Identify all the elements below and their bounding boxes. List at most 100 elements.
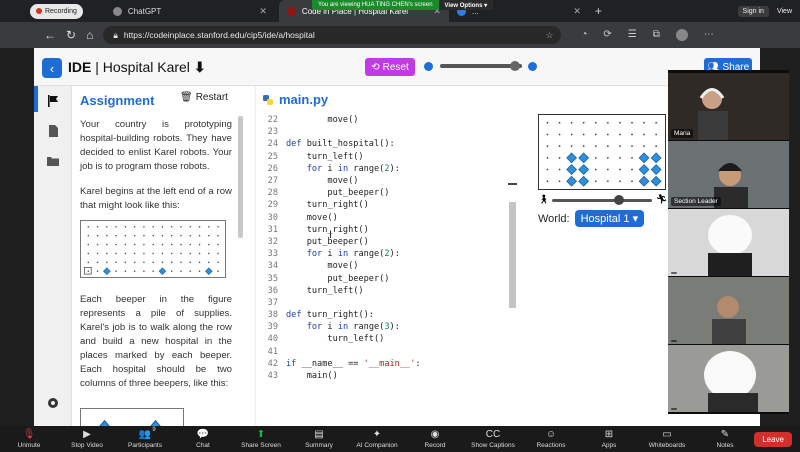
leave-button[interactable]: Leave [754,431,792,447]
download-icon[interactable]: ⬇ [194,59,206,75]
code-lines[interactable]: 22 move() 23 24 def built_hospital(): 25 tur… [256,114,516,382]
code-line[interactable]: 26 for i in range(2): [256,163,516,175]
code-line[interactable]: 38 def turn_right(): [256,309,516,321]
beeper-icon [638,164,650,175]
reload-icon[interactable]: ↻ [66,28,76,42]
participant-tile[interactable] [668,345,789,412]
code-editor[interactable]: main.py 22 move() 23 24 def built_hospital(… [255,86,525,434]
code-line[interactable]: 34 move() [256,260,516,272]
code-line[interactable]: 22 move() [256,114,516,126]
gear-icon[interactable] [46,396,60,410]
control-chat[interactable]: 💬 Chat [174,429,232,449]
control-summary[interactable]: ▤ Summary [290,429,348,449]
recording-indicator[interactable]: Recording [30,3,83,19]
control-ai-companion[interactable]: ✦ AI Companion [348,429,406,449]
step-forward-button[interactable] [528,62,537,71]
code-line[interactable]: 28 put_beeper() [256,187,516,199]
participant-tile[interactable]: Section Leader [668,141,789,208]
close-icon[interactable]: ✕ [573,6,581,17]
home-icon[interactable]: ⌂ [86,28,93,42]
control-unmute[interactable]: 🎙 Unmute [0,429,58,449]
code-vertical-scrollbar[interactable] [509,202,516,308]
grid-dot [189,270,192,272]
control-label: Unmute [17,442,41,449]
grid-dot [217,252,219,255]
sign-in-button[interactable]: Sign in [737,5,769,17]
restart-button[interactable]: 🗑︎ Restart [180,92,228,103]
code-line[interactable]: 39 for i in range(3): [256,321,516,333]
world-slider-thumb[interactable] [614,195,624,205]
code-line[interactable]: 33 for i in range(2): [256,248,516,260]
code-line[interactable]: 35 put_beeper() [256,272,516,284]
favorites-icon[interactable]: ☰ [628,29,637,41]
url-field[interactable]: 🔒︎ https://codeinplace.stanford.edu/cip5… [103,26,562,44]
more-icon[interactable]: ⋯ [704,29,714,41]
profile-avatar[interactable] [675,29,688,41]
participant-tile[interactable]: Maria [668,73,789,140]
view-button[interactable]: View [777,8,792,15]
line-number: 31 [267,224,278,235]
code-text: move() [286,212,338,223]
code-line[interactable]: 25 turn_left() [256,151,516,163]
new-tab-icon[interactable]: + [595,4,602,18]
line-number: 41 [267,346,278,357]
code-text: main() [286,371,338,382]
world-step-slider[interactable]: 🚶︎ 🏃︎ [538,194,667,206]
control-share-screen[interactable]: ⬆ Share Screen [232,429,290,449]
control-participants[interactable]: 9 👥 Participants [116,427,174,449]
code-line[interactable]: 30 move() [256,212,516,224]
grid-dot [96,234,99,237]
code-line[interactable]: 23 [256,126,516,138]
view-options-button[interactable]: View Options ▾ [438,0,494,10]
grid-dot [143,261,145,264]
grid-dot [606,168,609,171]
code-line[interactable]: 41 [256,346,516,358]
control-record[interactable]: ◉ Record [406,429,464,449]
tab-chatgpt[interactable]: ChatGPT ✕ [105,0,275,22]
control-apps[interactable]: ⊞ Apps [580,429,638,449]
control-whiteboards[interactable]: ▭ Whiteboards [638,429,696,449]
grid-dot [198,234,201,237]
speed-slider-thumb[interactable] [510,61,520,71]
participant-tile[interactable] [668,277,789,344]
code-line[interactable]: 42 if __name__ == '__main__': [256,358,516,370]
assignment-scrollbar[interactable] [238,116,243,238]
participant-tile[interactable] [668,209,789,276]
extension-icon[interactable]: ◔ [581,29,587,41]
code-line[interactable]: 40 turn_left() [256,333,516,345]
collections-icon[interactable]: ⧉ [653,29,660,41]
back-button[interactable]: ‹ [42,58,62,78]
grid-dot [558,180,561,183]
flag-icon[interactable] [46,94,60,108]
code-line[interactable]: 29 turn_right() [256,199,516,211]
control-show-captions[interactable]: CC Show Captions [464,429,522,449]
step-back-button[interactable] [424,62,433,71]
grid-dot [582,133,585,136]
code-line[interactable]: 32 put_beeper() [256,236,516,248]
code-line[interactable]: 24 def built_hospital(): [256,138,516,150]
grid-dot [546,121,549,124]
code-line[interactable]: 43 main() [256,370,516,382]
world-dropdown[interactable]: Hospital 1 ▾ [574,210,645,227]
code-line[interactable]: 36 turn_left() [256,285,516,297]
grid-dot [87,234,90,237]
chat-icon: 💬 [196,429,210,440]
star-icon[interactable]: ☆ [546,30,554,41]
document-icon[interactable] [46,124,60,138]
folder-icon[interactable] [46,154,60,168]
assignment-title: Assignment [80,93,155,108]
code-line[interactable]: 37 [256,297,516,309]
reset-button[interactable]: ⟲ Reset [365,58,415,76]
control-reactions[interactable]: ☺ Reactions [522,429,580,449]
grid-dot [570,133,573,136]
beeper-icon [578,152,590,164]
file-tab-main[interactable]: main.py [262,92,328,107]
close-icon[interactable]: ✕ [259,6,267,17]
control-notes[interactable]: ✎ Notes [696,429,754,449]
refresh-icon[interactable]: ⟳ [603,29,611,41]
back-arrow-icon[interactable]: ← [44,28,56,42]
control-stop-video[interactable]: ▶ Stop Video [58,429,116,449]
code-text: turn_left() [286,151,364,162]
code-line[interactable]: 31 turn_right() [256,224,516,236]
code-line[interactable]: 27 move() [256,175,516,187]
